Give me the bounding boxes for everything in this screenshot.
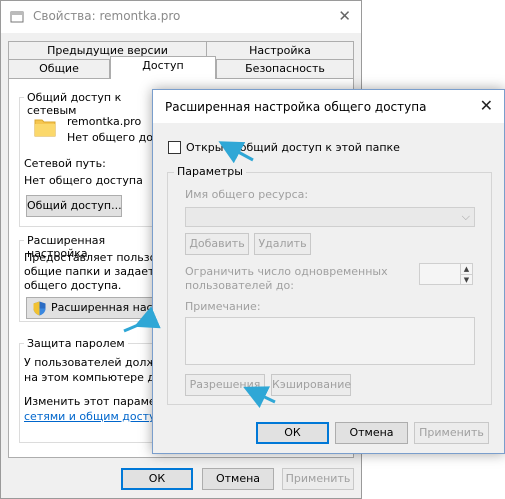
dialog-cancel-button[interactable]: Отмена [335, 422, 408, 444]
advanced-sharing-button-label: Расширенная наст [51, 301, 160, 314]
limit-users-label: пользователей до: [185, 279, 294, 292]
apply-button[interactable]: Применить [282, 468, 354, 490]
permissions-button[interactable]: Разрешения [185, 374, 265, 396]
tab-general[interactable]: Общие [8, 59, 110, 79]
share-folder-label[interactable]: Открыть общий доступ к этой папке [186, 141, 400, 154]
spin-down-icon[interactable]: ▼ [460, 274, 472, 284]
parameters-group: Параметры Имя общего ресурса: ⌵ Добавить… [167, 165, 492, 405]
dialog-title: Расширенная настройка общего доступа [165, 100, 427, 114]
share-button[interactable]: Общий доступ... [26, 195, 122, 217]
comment-label: Примечание: [185, 300, 261, 313]
cancel-button[interactable]: Отмена [202, 468, 274, 490]
comment-field[interactable] [185, 317, 475, 365]
add-button[interactable]: Добавить [185, 233, 249, 255]
folder-name: remontka.pro [67, 115, 142, 128]
close-icon[interactable]: ✕ [338, 7, 351, 25]
shield-icon [33, 301, 46, 316]
network-path-value: Нет общего доступа [24, 174, 143, 187]
title-bar: Свойства: remontka.pro ✕ [1, 1, 361, 33]
spin-up-icon[interactable]: ▲ [460, 264, 472, 274]
dialog-apply-button[interactable]: Применить [414, 422, 489, 444]
network-share-group: Общий доступ к сетевым remontka.pro Нет … [19, 91, 186, 227]
tab-customize[interactable]: Настройка [206, 41, 354, 61]
password-desc-line: на этом компьютере дл [24, 371, 163, 384]
password-protection-group: Защита паролем У пользователей долж на э… [19, 337, 169, 443]
share-folder-checkbox[interactable] [168, 141, 181, 154]
tab-security[interactable]: Безопасность [216, 59, 354, 79]
dialog-title-bar: Расширенная настройка общего доступа ✕ [153, 90, 504, 123]
advanced-desc-line: Предоставляет пользов [24, 251, 163, 264]
parameters-legend: Параметры [174, 165, 246, 178]
network-center-link[interactable]: сетями и общим доступ [24, 410, 163, 423]
limit-users-label: Ограничить число одновременных [185, 265, 388, 278]
window-title: Свойства: remontka.pro [33, 9, 181, 23]
chevron-down-icon: ⌵ [461, 210, 470, 223]
share-name-combo[interactable]: ⌵ [185, 207, 475, 227]
group-title: Защита паролем [24, 337, 128, 350]
advanced-sharing-group: Расширенная настройка Предоставляет поль… [19, 234, 169, 322]
advanced-sharing-dialog: Расширенная настройка общего доступа ✕ О… [152, 89, 505, 454]
advanced-desc-line: общие папки и задает д [24, 265, 166, 278]
advanced-desc-line: общего доступа. [24, 279, 122, 292]
user-limit-stepper[interactable]: ▲ ▼ [419, 263, 473, 285]
close-icon[interactable]: ✕ [480, 96, 493, 115]
remove-button[interactable]: Удалить [254, 233, 311, 255]
network-path-label: Сетевой путь: [24, 157, 106, 170]
password-desc-line: У пользователей долж [24, 356, 157, 369]
folder-icon [34, 119, 56, 137]
dialog-ok-button[interactable]: ОК [256, 422, 329, 444]
window-icon [10, 11, 24, 23]
share-name-label: Имя общего ресурса: [185, 188, 309, 201]
tab-sharing[interactable]: Доступ [110, 56, 216, 79]
group-title: Общий доступ к сетевым [24, 91, 168, 117]
caching-button[interactable]: Кэширование [271, 374, 351, 396]
password-desc-line: Изменить этот парамет [24, 395, 163, 408]
ok-button[interactable]: ОК [121, 468, 193, 490]
advanced-sharing-button[interactable]: Расширенная наст [26, 297, 166, 319]
